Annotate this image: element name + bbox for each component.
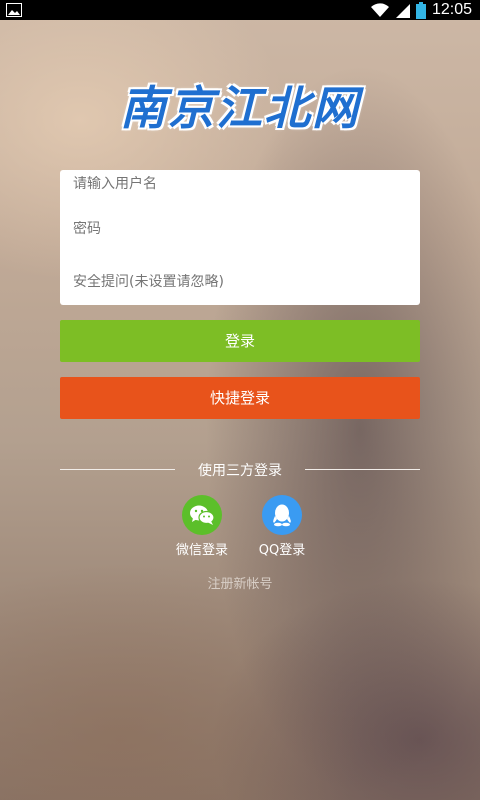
image-icon <box>6 3 22 17</box>
qq-login-button[interactable]: QQ登录 <box>242 495 322 558</box>
qq-login-label: QQ登录 <box>258 543 306 558</box>
login-form <box>60 170 420 305</box>
wechat-login-button[interactable]: 微信登录 <box>162 495 242 558</box>
qq-icon[interactable] <box>262 495 302 535</box>
clock: 12:05 <box>431 1 472 18</box>
wechat-icon[interactable] <box>182 495 222 535</box>
battery-icon <box>415 1 426 19</box>
signal-icon <box>395 4 410 18</box>
username-input[interactable] <box>73 176 403 192</box>
quick-login-button[interactable]: 快捷登录 <box>60 377 420 419</box>
register-link[interactable]: 注册新帐号 <box>0 573 480 592</box>
login-button[interactable]: 登录 <box>60 320 420 362</box>
wechat-login-label: 微信登录 <box>175 543 228 558</box>
status-bar: 12:05 <box>0 0 480 20</box>
password-input[interactable] <box>73 221 403 237</box>
site-logo: 南京江北网 <box>120 81 360 135</box>
wifi-icon <box>370 3 389 18</box>
security-question-input[interactable] <box>73 274 403 290</box>
third-party-login-title: 使用三方登录 <box>198 463 282 479</box>
